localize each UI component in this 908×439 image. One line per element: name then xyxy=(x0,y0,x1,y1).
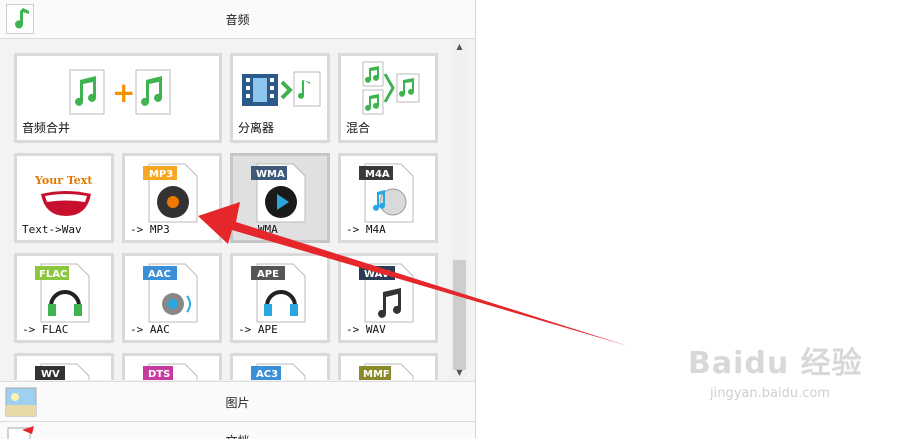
mp3-file-icon: MP3 xyxy=(143,163,198,223)
tile-to-dts[interactable]: DTS xyxy=(122,353,222,380)
tile-to-m4a[interactable]: M4A -> M4A xyxy=(338,153,438,243)
tile-label: Text->Wav xyxy=(22,223,82,236)
wav-file-icon: WAV xyxy=(359,263,414,323)
aac-file-icon: AAC xyxy=(143,263,198,323)
m4a-file-icon: M4A xyxy=(359,163,414,223)
svg-text:DTS: DTS xyxy=(148,369,170,380)
svg-text:AC3: AC3 xyxy=(256,369,278,380)
svg-text:APE: APE xyxy=(257,269,279,280)
svg-text:AAC: AAC xyxy=(148,269,171,280)
tile-label: 分离器 xyxy=(238,121,275,135)
tile-to-mp3[interactable]: MP3 -> MP3 xyxy=(122,153,222,243)
svg-text:MP3: MP3 xyxy=(149,169,173,180)
tile-to-wv[interactable]: WV xyxy=(14,353,114,380)
music-mix-icon xyxy=(362,61,420,115)
tile-to-ape[interactable]: APE -> APE xyxy=(230,253,330,343)
audio-panel: 音频 + 音频合并 分离器 混合 Your Text Text->Wav MP3… xyxy=(0,0,476,439)
scroll-up-arrow-icon[interactable]: ▲ xyxy=(451,40,468,54)
video-splitter-icon xyxy=(242,71,321,107)
picture-category-header[interactable]: 图片 xyxy=(0,381,475,422)
svg-text:Your Text: Your Text xyxy=(34,174,93,187)
wma-file-icon: WMA xyxy=(251,163,306,223)
tile-label: -> AAC xyxy=(130,323,170,336)
tile-label: 混合 xyxy=(346,121,371,135)
mmf-file-icon: MMF xyxy=(359,363,414,380)
tile-text-to-wav[interactable]: Your Text Text->Wav xyxy=(14,153,114,243)
watermark-url: jingyan.baidu.com xyxy=(710,386,830,401)
svg-text:FLAC: FLAC xyxy=(39,269,67,280)
svg-text:+: + xyxy=(112,76,135,109)
scroll-down-arrow-icon[interactable]: ▼ xyxy=(451,366,468,380)
tile-audio-merge[interactable]: + 音频合并 xyxy=(14,53,222,143)
audio-category-title: 音频 xyxy=(225,13,250,27)
svg-text:MMF: MMF xyxy=(363,369,390,380)
wv-file-icon: WV xyxy=(35,363,90,380)
svg-text:WV: WV xyxy=(41,369,60,380)
tile-to-wav[interactable]: WAV -> WAV xyxy=(338,253,438,343)
tile-mix[interactable]: 混合 xyxy=(338,53,438,143)
tile-to-ac3[interactable]: AC3 xyxy=(230,353,330,380)
tool-grid: + 音频合并 分离器 混合 Your Text Text->Wav MP3 ->… xyxy=(0,40,450,380)
vertical-scrollbar[interactable]: ▲ ▼ xyxy=(451,40,468,380)
audio-category-header[interactable]: 音频 xyxy=(0,0,475,39)
scroll-thumb[interactable] xyxy=(453,260,466,370)
baidu-watermark: Baidu 经验 jingyan.baidu.com xyxy=(688,338,868,418)
tile-label: -> M4A xyxy=(346,223,386,236)
tile-to-mmf[interactable]: MMF xyxy=(338,353,438,380)
tile-label: -> WAV xyxy=(346,323,386,336)
document-category-header[interactable]: 文档 xyxy=(0,421,475,439)
svg-text:WAV: WAV xyxy=(364,269,390,280)
tile-to-wma[interactable]: WMA -> WMA xyxy=(230,153,330,243)
music-merge-icon: + xyxy=(69,69,171,115)
tile-splitter[interactable]: 分离器 xyxy=(230,53,330,143)
tile-label: -> MP3 xyxy=(130,223,170,236)
tile-label: -> WMA xyxy=(238,223,278,236)
picture-category-title: 图片 xyxy=(225,396,250,410)
tile-label: -> FLAC xyxy=(22,323,69,336)
flac-file-icon: FLAC xyxy=(35,263,90,323)
tile-label: 音频合并 xyxy=(22,121,71,135)
text-to-wav-icon: Your Text xyxy=(34,174,93,216)
tile-label: -> APE xyxy=(238,323,278,336)
tile-to-aac[interactable]: AAC -> AAC xyxy=(122,253,222,343)
ape-file-icon: APE xyxy=(251,263,306,323)
svg-text:M4A: M4A xyxy=(365,169,390,180)
dts-file-icon: DTS xyxy=(143,363,198,380)
watermark-brand: Baidu 经验 xyxy=(688,346,863,381)
ac3-file-icon: AC3 xyxy=(251,363,306,380)
tile-to-flac[interactable]: FLAC -> FLAC xyxy=(14,253,114,343)
svg-text:WMA: WMA xyxy=(256,169,285,180)
